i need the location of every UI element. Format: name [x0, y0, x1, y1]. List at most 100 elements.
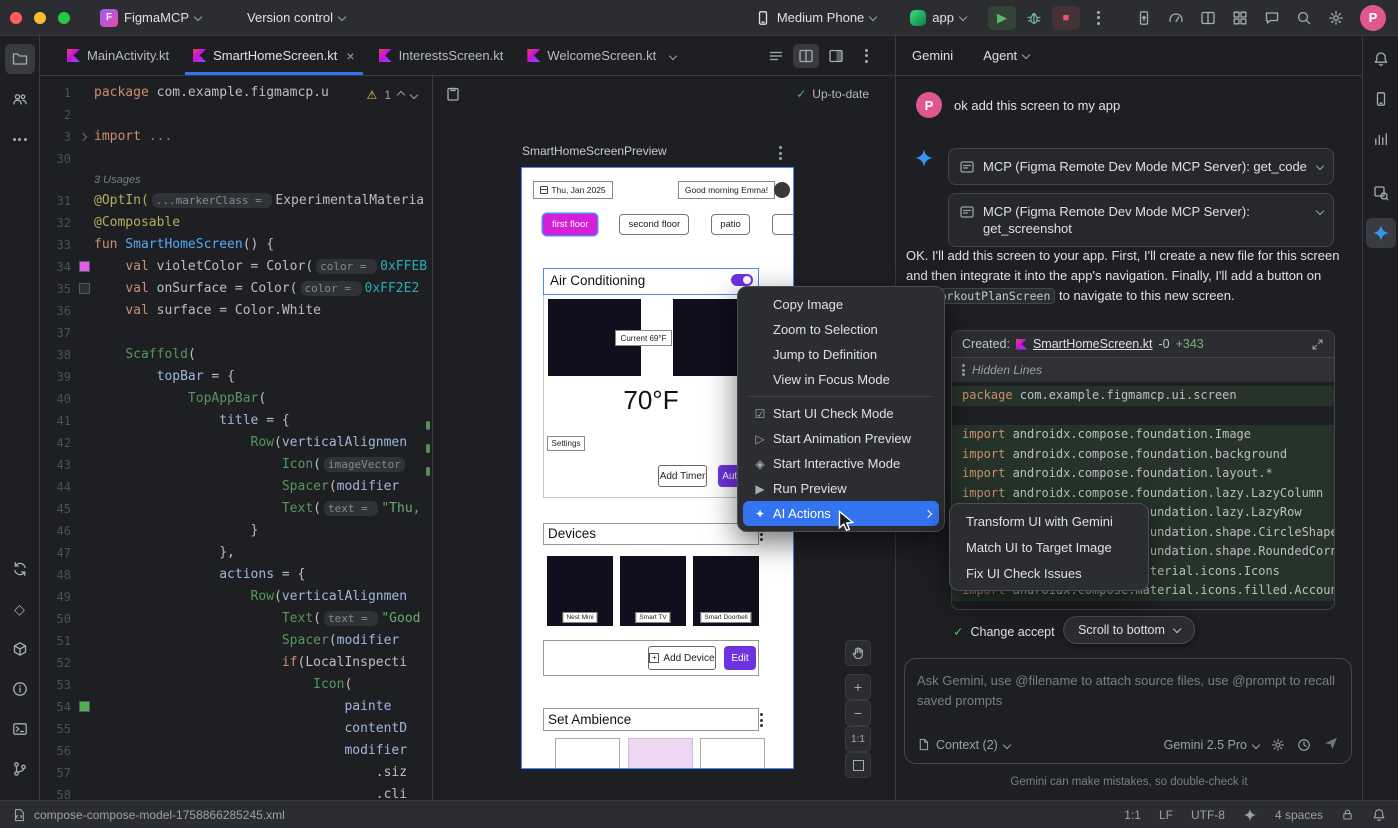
- inspection-widget[interactable]: ⚠ 1: [360, 86, 424, 104]
- vcs-widget[interactable]: Version control: [239, 6, 353, 29]
- device-mirror-button[interactable]: [1130, 6, 1158, 30]
- color-swatch[interactable]: [79, 283, 90, 294]
- prompt-input[interactable]: Ask Gemini, use @filename to attach sour…: [904, 658, 1352, 764]
- menu-item[interactable]: Jump to Definition: [743, 342, 939, 367]
- pan-tool-button[interactable]: [845, 640, 871, 666]
- running-devices-button[interactable]: [1366, 84, 1396, 114]
- add-device-button[interactable]: + Add Device: [648, 646, 716, 670]
- color-swatch[interactable]: [79, 701, 90, 712]
- code-line[interactable]: 42 Row(verticalAlignmen: [40, 432, 432, 454]
- submenu-item[interactable]: Fix UI Check Issues: [954, 560, 1144, 586]
- code-line[interactable]: 35 val onSurface = Color(color = 0xFF2E2: [40, 278, 432, 300]
- date-chip[interactable]: Thu, Jan 2025: [533, 181, 613, 199]
- send-button[interactable]: [1323, 735, 1339, 754]
- code-line[interactable]: 36 val surface = Color.White: [40, 300, 432, 322]
- design-view-button[interactable]: [823, 44, 849, 68]
- code-line[interactable]: 33fun SmartHomeScreen() {: [40, 234, 432, 256]
- chat-settings-button[interactable]: [1271, 738, 1285, 752]
- code-line[interactable]: 40 TopAppBar(: [40, 388, 432, 410]
- run-button[interactable]: ▶: [988, 6, 1016, 30]
- code-line[interactable]: 47 },: [40, 542, 432, 564]
- menu-item[interactable]: Copy Image: [743, 292, 939, 317]
- split-view-button[interactable]: [793, 44, 819, 68]
- ui-check-button[interactable]: [445, 86, 461, 102]
- menu-item[interactable]: ▶ Run Preview: [743, 476, 939, 501]
- zoom-window-button[interactable]: [58, 12, 70, 24]
- menu-item[interactable]: Zoom to Selection: [743, 317, 939, 342]
- zoom-ratio-button[interactable]: 1:1: [845, 726, 871, 752]
- debug-button[interactable]: [1020, 6, 1048, 30]
- version-control-tool-button[interactable]: [5, 754, 35, 784]
- created-file-link[interactable]: SmartHomeScreen.kt: [1033, 337, 1152, 351]
- color-swatch[interactable]: [79, 261, 90, 272]
- vcs-update-button[interactable]: [5, 554, 35, 584]
- expand-icon[interactable]: [1316, 162, 1324, 170]
- code-line[interactable]: 34 val violetColor = Color(color = 0xFFE…: [40, 256, 432, 278]
- editor-tab[interactable]: WelcomeScreen.kt ×: [515, 36, 668, 75]
- statusbar-file[interactable]: compose-compose-model-1758866285245.xml: [34, 808, 285, 822]
- tab-overflow-button[interactable]: [670, 36, 676, 75]
- tool-call-card[interactable]: MCP (Figma Remote Dev Mode MCP Server): …: [948, 148, 1334, 185]
- code-line[interactable]: 48 actions = {: [40, 564, 432, 586]
- more-tool-windows-button[interactable]: [5, 124, 35, 154]
- code-line[interactable]: 39 topBar = {: [40, 366, 432, 388]
- code-editor[interactable]: 1package com.example.figmamcp.u23import …: [40, 76, 433, 800]
- next-problem-icon[interactable]: [410, 91, 418, 99]
- editor-tab[interactable]: MainActivity.kt ×: [55, 36, 181, 75]
- device-tile[interactable]: Nest Mini: [547, 556, 613, 626]
- code-line[interactable]: 3 Usages: [40, 170, 432, 190]
- notifications-button[interactable]: [1366, 44, 1396, 74]
- statusbar-ratio[interactable]: 1:1: [1124, 808, 1141, 822]
- notifications-icon[interactable]: [1372, 808, 1386, 822]
- code-line[interactable]: 55 contentD: [40, 718, 432, 740]
- gemini-tool-button[interactable]: [1366, 218, 1396, 248]
- code-line[interactable]: 57 .siz: [40, 762, 432, 784]
- menu-item[interactable]: ✦ AI Actions: [743, 501, 939, 526]
- code-line[interactable]: 46 }: [40, 520, 432, 542]
- profile-avatar[interactable]: [774, 182, 790, 198]
- editor-more-button[interactable]: [853, 44, 879, 68]
- layout-inspector-tool-button[interactable]: [1366, 178, 1396, 208]
- code-line[interactable]: 38 Scaffold(: [40, 344, 432, 366]
- code-line[interactable]: 54 painte: [40, 696, 432, 718]
- gemini-status-icon[interactable]: [1243, 808, 1257, 822]
- submenu-item[interactable]: Match UI to Target Image: [954, 534, 1144, 560]
- floor-tab[interactable]: patio: [711, 214, 750, 235]
- close-tab-icon[interactable]: ×: [346, 48, 354, 64]
- tab-gemini[interactable]: Gemini: [912, 48, 953, 63]
- previous-problem-icon[interactable]: [397, 91, 405, 99]
- open-diff-button[interactable]: [1311, 338, 1324, 351]
- layout-inspector-button[interactable]: [1194, 6, 1222, 30]
- code-line[interactable]: 32@Composable: [40, 212, 432, 234]
- lock-icon[interactable]: [1341, 808, 1354, 821]
- floor-tab[interactable]: first floor: [543, 214, 597, 235]
- selected-title-row[interactable]: Air Conditioning: [544, 269, 758, 294]
- floor-tab[interactable]: second floor: [619, 214, 689, 235]
- chat-history-button[interactable]: [1297, 738, 1311, 752]
- code-line[interactable]: 53 Icon(: [40, 674, 432, 696]
- fold-icon[interactable]: [79, 133, 87, 141]
- more-run-options-button[interactable]: [1084, 6, 1112, 30]
- code-line[interactable]: 44 Spacer(modifier: [40, 476, 432, 498]
- close-window-button[interactable]: [10, 12, 22, 24]
- hidden-lines-row[interactable]: Hidden Lines: [952, 358, 1334, 382]
- code-line[interactable]: 3import ...: [40, 126, 432, 148]
- usages-hint[interactable]: 3 Usages: [94, 174, 140, 186]
- code-line[interactable]: 37: [40, 322, 432, 344]
- ambience-tile[interactable]: [700, 738, 765, 768]
- zoom-in-button[interactable]: +: [845, 674, 871, 700]
- statusbar-encoding[interactable]: UTF-8: [1191, 808, 1225, 822]
- menu-item[interactable]: ◈ Start Interactive Mode: [743, 451, 939, 476]
- device-tile[interactable]: Smart Doorbell: [693, 556, 759, 626]
- editor-tab[interactable]: SmartHomeScreen.kt ×: [181, 36, 366, 75]
- app-insights-button[interactable]: [1366, 124, 1396, 154]
- minimize-window-button[interactable]: [34, 12, 46, 24]
- ambience-tile[interactable]: [628, 738, 693, 768]
- stop-button[interactable]: ■: [1052, 6, 1080, 30]
- tab-agent[interactable]: Agent: [983, 48, 1029, 63]
- code-view-button[interactable]: [763, 44, 789, 68]
- code-line[interactable]: 52 if(LocalInspecti: [40, 652, 432, 674]
- preview-title[interactable]: SmartHomeScreenPreview: [522, 144, 667, 158]
- project-widget[interactable]: F FigmaMCP: [92, 5, 209, 31]
- build-variants-button[interactable]: ◇: [5, 594, 35, 624]
